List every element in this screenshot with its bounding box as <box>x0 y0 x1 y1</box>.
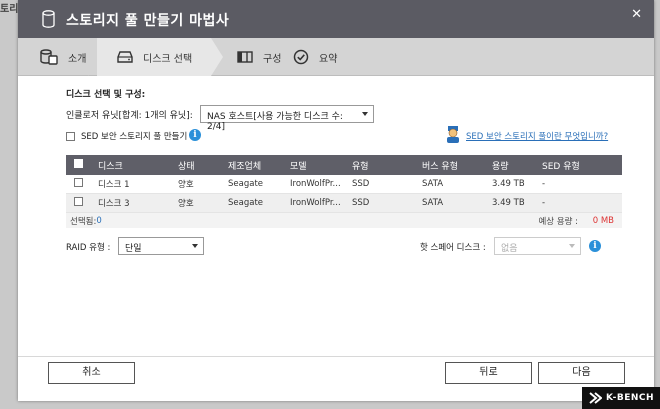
col-type[interactable]: 유형 <box>346 159 416 172</box>
step-config-label: 구성 <box>263 53 282 65</box>
cell-type: SSD <box>352 179 370 189</box>
disk-section-title: 디스크 선택 및 구성: <box>66 90 146 100</box>
col-capacity[interactable]: 용량 <box>486 159 536 172</box>
cell-manufacturer: Seagate <box>228 179 264 189</box>
step-intro[interactable]: 소개 <box>18 38 88 76</box>
select-all-cell <box>66 159 90 171</box>
col-sed-type[interactable]: SED 유형 <box>536 159 622 172</box>
watermark-text: K-BENCH <box>605 393 655 403</box>
disk-drive-icon <box>117 51 133 63</box>
enclosure-label: 인클로저 유닛[합계: 1개의 유닛]: <box>66 111 193 121</box>
estimated-capacity-value: 0 MB <box>592 215 614 226</box>
info-icon[interactable]: i <box>589 240 601 252</box>
cell-model: IronWolfPr... <box>290 198 341 208</box>
row-checkbox-cell <box>66 178 90 190</box>
col-disk[interactable]: 디스크 <box>90 159 172 172</box>
table-row[interactable]: 디스크 1 양호 Seagate IronWolfPr... SSD SATA … <box>66 175 622 194</box>
table-header: 디스크 상태 제조업체 모델 유형 버스 유형 용량 SED 유형 <box>66 155 622 175</box>
selected-count: 0 <box>96 215 102 226</box>
cell-type: SSD <box>352 198 370 208</box>
raid-type-label: RAID 유형 : <box>66 243 111 253</box>
cell-capacity: 3.49 TB <box>492 198 525 208</box>
info-icon[interactable]: i <box>189 129 201 141</box>
background-window-title: 토리 <box>0 4 19 15</box>
col-manufacturer[interactable]: 제조업체 <box>222 159 284 172</box>
check-circle-icon <box>293 49 309 65</box>
raid-type-select[interactable]: 단일 <box>118 237 204 255</box>
help-person-icon[interactable] <box>444 125 462 143</box>
next-button[interactable]: 다음 <box>538 362 625 384</box>
estimated-capacity-label: 예상 용량 : <box>538 216 578 227</box>
sed-checkbox-row: SED 보안 스토리지 풀 만들기 <box>66 130 187 142</box>
sed-checkbox[interactable] <box>66 131 75 141</box>
cell-disk: 디스크 1 <box>98 180 130 190</box>
dialog-title: 스토리지 풀 만들기 마법사 <box>66 13 230 29</box>
cell-manufacturer: Seagate <box>228 198 264 208</box>
cancel-button[interactable]: 취소 <box>48 362 135 384</box>
cell-sed-type: - <box>542 179 546 189</box>
step-disk-select-label: 디스크 선택 <box>143 53 193 65</box>
back-button[interactable]: 뒤로 <box>445 362 532 384</box>
row-checkbox[interactable] <box>74 178 83 187</box>
sed-help-link[interactable]: SED 보안 스토리지 풀이란 무엇입니까? <box>466 130 608 142</box>
close-icon[interactable]: ✕ <box>631 7 642 22</box>
cell-model: IronWolfPr... <box>290 179 341 189</box>
cell-sed-type: - <box>542 198 546 208</box>
cell-disk: 디스크 3 <box>98 199 130 209</box>
cell-bus-type: SATA <box>422 198 444 208</box>
cell-status: 양호 <box>178 199 194 209</box>
hot-spare-value: 없음 <box>501 244 518 254</box>
enclosure-select[interactable]: NAS 호스트[사용 가능한 디스크 수: 2/4] <box>200 105 374 132</box>
selected-label: 선택됨: <box>70 216 97 227</box>
table-footer: 선택됨: 0 예상 용량 : 0 MB <box>66 213 622 228</box>
step-disk-select[interactable]: 디스크 선택 <box>97 38 211 76</box>
raid-type-value: 단일 <box>125 244 142 254</box>
step-intro-label: 소개 <box>68 53 87 65</box>
step-summary[interactable]: 요약 <box>293 38 373 76</box>
enclosure-select-value: NAS 호스트[사용 가능한 디스크 수: 2/4] <box>207 112 343 132</box>
k-bench-logo-icon <box>589 392 602 404</box>
sed-checkbox-label: SED 보안 스토리지 풀 만들기 <box>81 132 188 142</box>
cell-status: 양호 <box>178 180 194 190</box>
cell-capacity: 3.49 TB <box>492 179 525 189</box>
col-status[interactable]: 상태 <box>172 159 222 172</box>
wizard-steps: 소개 디스크 선택 구성 요약 <box>18 38 654 76</box>
k-bench-watermark: K-BENCH <box>582 387 660 409</box>
step-summary-label: 요약 <box>319 53 338 65</box>
database-icon <box>42 10 55 28</box>
col-model[interactable]: 모델 <box>284 159 346 172</box>
cell-bus-type: SATA <box>422 179 444 189</box>
step-separator <box>211 38 223 76</box>
table-row[interactable]: 디스크 3 양호 Seagate IronWolfPr... SSD SATA … <box>66 194 622 213</box>
select-all-checkbox[interactable] <box>74 159 83 168</box>
columns-icon <box>237 51 253 63</box>
step-separator <box>88 38 97 76</box>
chevron-down-icon <box>192 244 198 248</box>
disk-table: 디스크 상태 제조업체 모델 유형 버스 유형 용량 SED 유형 디스크 1 … <box>66 155 622 228</box>
step-config[interactable]: 구성 <box>223 38 293 76</box>
hot-spare-label: 핫 스페어 디스크 : <box>420 243 486 253</box>
hot-spare-select[interactable]: 없음 <box>494 237 581 255</box>
row-checkbox-cell <box>66 197 90 209</box>
row-checkbox[interactable] <box>74 197 83 206</box>
chevron-down-icon <box>569 244 575 248</box>
col-bus-type[interactable]: 버스 유형 <box>416 159 486 172</box>
database-stack-icon <box>40 49 58 65</box>
title-bar: 스토리지 풀 만들기 마법사 ✕ <box>18 0 654 38</box>
chevron-down-icon <box>362 112 368 116</box>
footer-divider <box>18 356 654 357</box>
storage-pool-wizard-dialog: 스토리지 풀 만들기 마법사 ✕ 소개 디스크 선택 구성 요약 디스크 선택 … <box>18 0 654 401</box>
